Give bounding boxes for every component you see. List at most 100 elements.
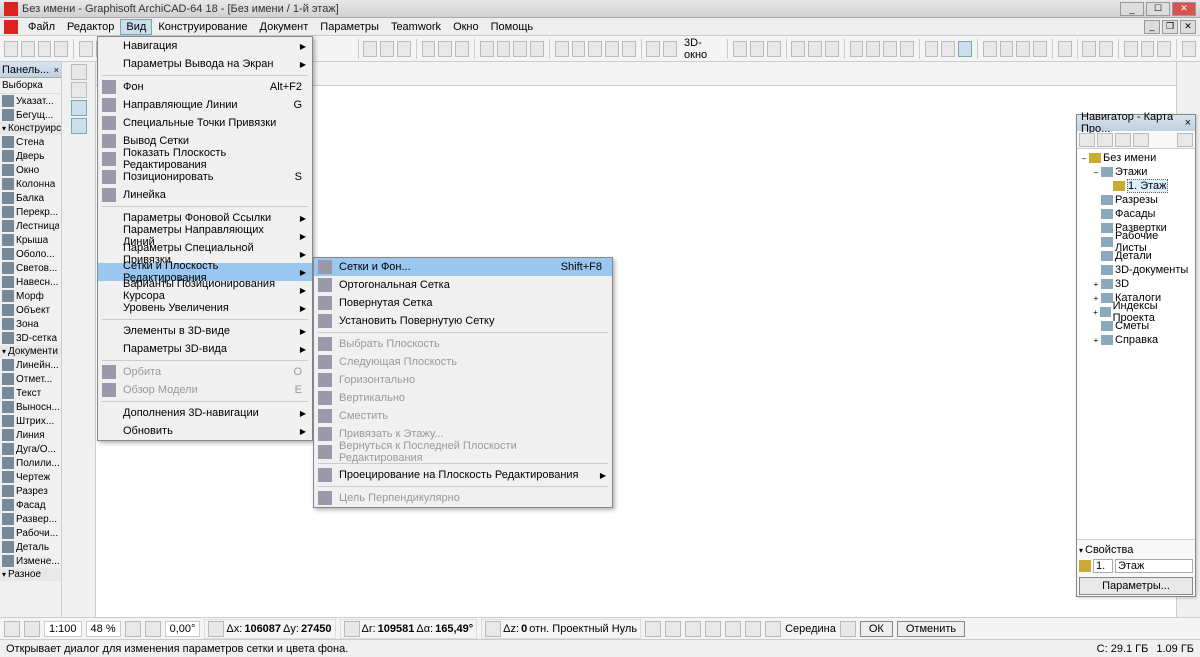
tool-[interactable]: Текст — [0, 386, 61, 400]
tb-btn-7[interactable] — [480, 41, 494, 57]
tb-btn-20[interactable] — [767, 41, 781, 57]
sb-btn-8[interactable] — [705, 621, 721, 637]
menu-редактор[interactable]: Редактор — [61, 19, 120, 35]
tree-root[interactable]: –Без имени — [1079, 151, 1193, 165]
sb-btn-9[interactable] — [725, 621, 741, 637]
menu-item--[interactable]: Сетки и Фон...Shift+F8 — [314, 258, 612, 276]
menu-item--[interactable]: Специальные Точки Привязки — [98, 114, 312, 132]
save-button[interactable] — [38, 41, 52, 57]
cancel-button[interactable]: Отменить — [897, 621, 965, 637]
tool-[interactable]: Штрих... — [0, 414, 61, 428]
z-icon[interactable] — [485, 621, 501, 637]
marquee-tool[interactable]: Бегущ... — [0, 108, 61, 122]
nav-tab-4[interactable] — [1133, 133, 1149, 147]
side-btn-2[interactable] — [71, 82, 87, 98]
scale-field[interactable]: 1:100 — [44, 621, 82, 637]
tb-btn-30[interactable] — [958, 41, 972, 57]
tool-3d[interactable]: 3D-сетка — [0, 331, 61, 345]
sb-btn-11[interactable] — [765, 621, 781, 637]
side-btn-1[interactable] — [71, 64, 87, 80]
coord-icon[interactable] — [208, 621, 224, 637]
menu-item--[interactable]: Обновить▶ — [98, 422, 312, 440]
tool-[interactable]: Стена — [0, 135, 61, 149]
menu-item--[interactable]: Установить Повернутую Сетку — [314, 312, 612, 330]
nav-tab-1[interactable] — [1079, 133, 1095, 147]
menu-item--[interactable]: Навигация▶ — [98, 37, 312, 55]
floor-number-field[interactable]: 1. — [1093, 559, 1113, 573]
menu-помощь[interactable]: Помощь — [485, 19, 540, 35]
menu-item--[interactable]: Варианты Позиционирования Курсора▶ — [98, 281, 312, 299]
tb-btn-12[interactable] — [572, 41, 586, 57]
nav-tab-3[interactable] — [1115, 133, 1131, 147]
tb-btn-13[interactable] — [588, 41, 602, 57]
side-btn-4[interactable] — [71, 118, 87, 134]
tb-btn-31[interactable] — [983, 41, 997, 57]
menu-item--3d-[interactable]: Элементы в 3D-виде▶ — [98, 322, 312, 340]
tb-btn-25[interactable] — [866, 41, 880, 57]
tree-item--[interactable]: Фасады — [1079, 207, 1193, 221]
side-btn-3[interactable] — [71, 100, 87, 116]
parameters-button[interactable]: Параметры... — [1079, 577, 1193, 595]
tool-section-разное[interactable]: ▾Разное — [0, 568, 61, 581]
tool-[interactable]: Развер... — [0, 512, 61, 526]
tb-btn-24[interactable] — [850, 41, 864, 57]
tb-btn-28[interactable] — [925, 41, 939, 57]
tb-btn-38[interactable] — [1124, 41, 1138, 57]
tool-[interactable]: Измене... — [0, 554, 61, 568]
tb-btn-34[interactable] — [1033, 41, 1047, 57]
tb-btn-32[interactable] — [1000, 41, 1014, 57]
tool-[interactable]: Рабочи... — [0, 526, 61, 540]
menu-item--[interactable]: Направляющие ЛинииG — [98, 96, 312, 114]
menu-item--[interactable]: ПозиционироватьS — [98, 168, 312, 186]
tb-btn-26[interactable] — [883, 41, 897, 57]
tool-[interactable]: Объект — [0, 303, 61, 317]
menu-документ[interactable]: Документ — [254, 19, 315, 35]
tree-item-3d[interactable]: +3D — [1079, 277, 1193, 291]
tb-btn-2[interactable] — [380, 41, 394, 57]
maximize-button[interactable]: ☐ — [1146, 2, 1170, 16]
sb-btn-2[interactable] — [24, 621, 40, 637]
tree-item--[interactable]: +Справка — [1079, 333, 1193, 347]
tool-[interactable]: Линия — [0, 428, 61, 442]
ok-button[interactable]: ОК — [860, 621, 893, 637]
tool-[interactable]: Разрез — [0, 484, 61, 498]
polar-icon[interactable] — [344, 621, 360, 637]
tree-item--[interactable]: Разрезы — [1079, 193, 1193, 207]
menu-файл[interactable]: Файл — [22, 19, 61, 35]
tb-btn-17[interactable] — [663, 41, 677, 57]
tb-btn-1[interactable] — [363, 41, 377, 57]
menu-item--[interactable]: Проецирование на Плоскость Редактировани… — [314, 466, 612, 484]
tool-[interactable]: Полили... — [0, 456, 61, 470]
tool-section-документи[interactable]: ▾Документи — [0, 345, 61, 358]
tb-btn-11[interactable] — [555, 41, 569, 57]
menu-item--[interactable]: Ортогональная Сетка — [314, 276, 612, 294]
tb-btn-36[interactable] — [1082, 41, 1096, 57]
tb-btn-19[interactable] — [750, 41, 764, 57]
tb-btn-16[interactable] — [646, 41, 660, 57]
tb-btn-18[interactable] — [733, 41, 747, 57]
tool-[interactable]: Колонна — [0, 177, 61, 191]
open-button[interactable] — [21, 41, 35, 57]
tool-[interactable]: Окно — [0, 163, 61, 177]
tool-[interactable]: Линейн... — [0, 358, 61, 372]
tb-btn-22[interactable] — [808, 41, 822, 57]
tool-[interactable]: Светов... — [0, 261, 61, 275]
menu-item--[interactable]: Повернутая Сетка — [314, 294, 612, 312]
menu-item--[interactable]: Показать Плоскость Редактирования — [98, 150, 312, 168]
mdi-minimize[interactable]: _ — [1144, 20, 1160, 34]
sb-btn-12[interactable] — [840, 621, 856, 637]
menu-item--3d-[interactable]: Дополнения 3D-навигации▶ — [98, 404, 312, 422]
tool-[interactable]: Крыша — [0, 233, 61, 247]
tb-btn-21[interactable] — [791, 41, 805, 57]
tool-[interactable]: Чертеж — [0, 470, 61, 484]
tb-btn-39[interactable] — [1141, 41, 1155, 57]
navigator-close-icon[interactable]: × — [1185, 117, 1191, 129]
tb-btn-3[interactable] — [397, 41, 411, 57]
close-button[interactable]: ✕ — [1172, 2, 1196, 16]
tool-[interactable]: Балка — [0, 191, 61, 205]
mdi-close[interactable]: ✕ — [1180, 20, 1196, 34]
tb-btn-6[interactable] — [455, 41, 469, 57]
new-button[interactable] — [4, 41, 18, 57]
tree-item--[interactable]: –Этажи — [1079, 165, 1193, 179]
sb-btn-6[interactable] — [665, 621, 681, 637]
